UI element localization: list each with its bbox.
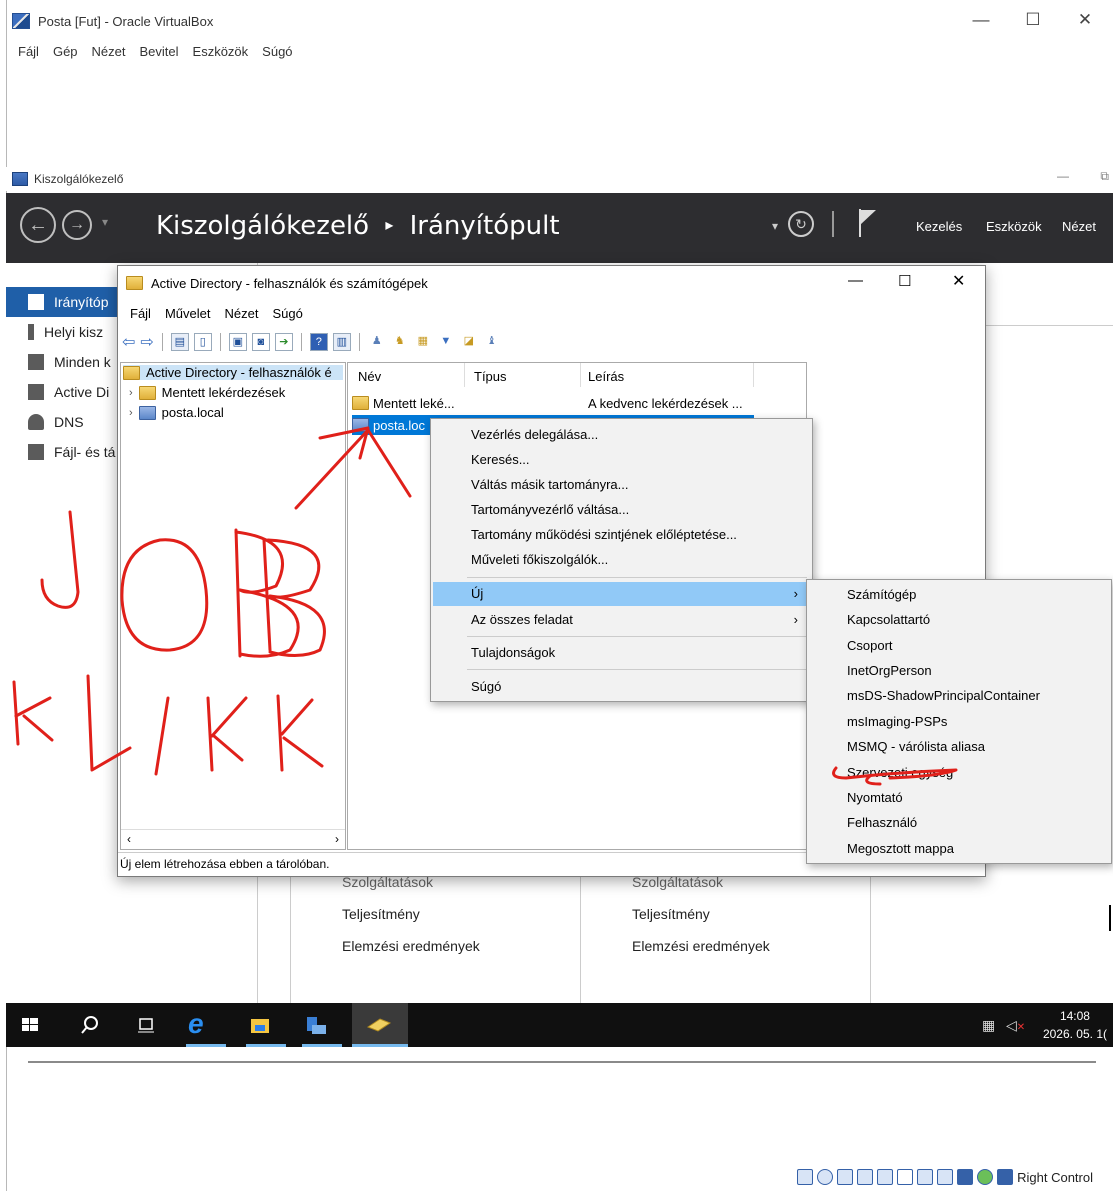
ad-taskbar-icon xyxy=(366,1018,392,1032)
file-explorer-icon[interactable] xyxy=(248,1013,272,1037)
server-manager-taskbar-icon[interactable] xyxy=(304,1013,328,1037)
hdd-icon[interactable] xyxy=(797,1169,814,1185)
annotation-arrow xyxy=(294,428,412,510)
windows-start-icon[interactable] xyxy=(18,1013,42,1037)
clock-date: 2026. 05. 1( xyxy=(1042,1027,1107,1041)
usb-icon[interactable] xyxy=(877,1169,894,1185)
taskbar-item-active[interactable] xyxy=(352,1003,408,1047)
host-key-label: Right Control xyxy=(1017,1169,1093,1185)
shared-folders-icon[interactable] xyxy=(897,1169,914,1185)
taskbar-indicator xyxy=(302,1044,342,1047)
taskbar-indicator xyxy=(246,1044,286,1047)
display-icon[interactable] xyxy=(917,1169,934,1185)
task-view-icon[interactable] xyxy=(134,1013,158,1037)
optical-drive-icon[interactable] xyxy=(817,1169,834,1185)
clock-time: 14:08 xyxy=(1059,1009,1090,1023)
system-clock[interactable]: 14:08 2026. 05. 1( xyxy=(1043,1007,1107,1043)
taskbar-indicator xyxy=(186,1044,226,1047)
windows-taskbar: e ▦ ◁✕ 14:08 2026. 05. 1( xyxy=(6,1003,1113,1047)
cpu-icon[interactable] xyxy=(957,1169,974,1185)
mouse-integration-icon[interactable] xyxy=(977,1169,994,1185)
volume-muted-icon[interactable]: ◁✕ xyxy=(1006,1017,1025,1034)
network-warning-icon[interactable]: ▦ xyxy=(982,1017,995,1034)
internet-explorer-icon[interactable]: e xyxy=(188,1010,212,1038)
host-divider xyxy=(28,1061,1096,1063)
search-icon[interactable] xyxy=(78,1013,102,1037)
host-key-icon[interactable] xyxy=(997,1169,1014,1185)
recording-icon[interactable] xyxy=(937,1169,954,1185)
network-icon[interactable] xyxy=(857,1169,874,1185)
vbox-status-bar: Right Control xyxy=(797,1169,1093,1185)
audio-icon[interactable] xyxy=(837,1169,854,1185)
